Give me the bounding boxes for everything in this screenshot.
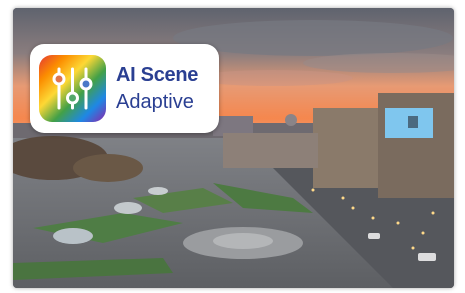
ai-scene-badge: AI Scene Adaptive <box>30 44 219 133</box>
badge-subtitle: Adaptive <box>116 91 194 113</box>
sliders-icon <box>39 55 106 122</box>
photo-frame: AI Scene Adaptive <box>13 8 454 288</box>
badge-title: AI Scene <box>116 64 199 86</box>
